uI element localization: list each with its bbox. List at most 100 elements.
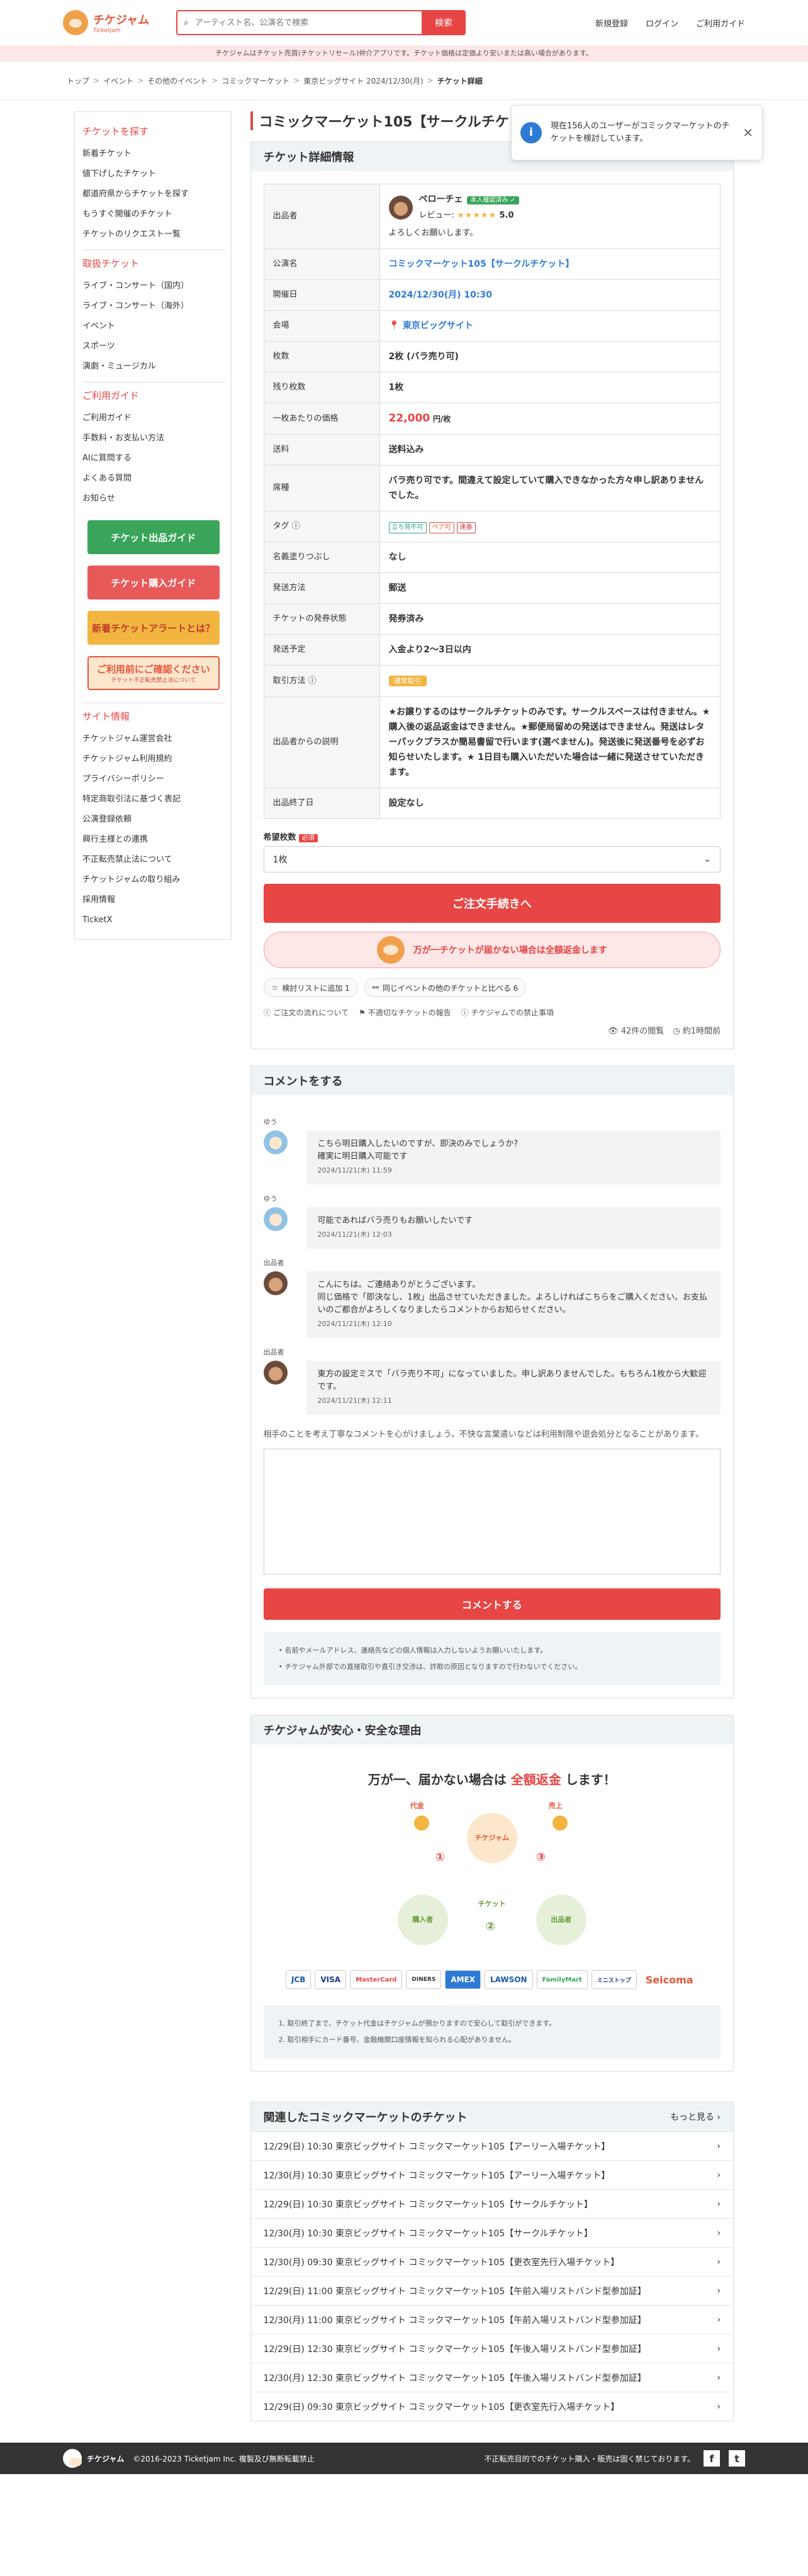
footer-warning: 不正転売目的でのチケット購入・販売は固く禁じております。	[484, 2454, 695, 2463]
chevron-right-icon: ›	[717, 2285, 721, 2296]
chevron-right-icon: ›	[717, 2314, 721, 2325]
breadcrumb-event[interactable]: イベント	[103, 75, 133, 86]
nav-signup[interactable]: 新規登録	[595, 17, 628, 29]
safety-title-post: します！	[565, 1772, 616, 1787]
sidebar-item[interactable]: 値下げしたチケット	[82, 164, 225, 184]
sidebar-item[interactable]: ライブ・コンサート（国内）	[82, 276, 225, 296]
banner-buyer-guide[interactable]: チケット購入ガイド	[87, 566, 220, 599]
breadcrumb-comiket[interactable]: コミックマーケット	[222, 75, 289, 86]
venue-link[interactable]: 📍 東京ビッグサイト	[379, 310, 721, 342]
sidebar-item[interactable]: プライバシーポリシー	[82, 769, 225, 789]
chevron-right-icon: ›	[717, 2199, 721, 2209]
sidebar-item[interactable]: 興行主様との連携	[82, 830, 225, 850]
event-name-link[interactable]: コミックマーケット105【サークルチケット】	[379, 248, 721, 280]
ship-plan: 入金より2〜3日以内	[379, 634, 721, 666]
comment-textarea[interactable]	[263, 1449, 721, 1575]
order-flow-link[interactable]: ⓘ ご注文の流れについて	[264, 1007, 349, 1018]
search-button[interactable]: 検索	[422, 10, 466, 35]
banner-alert[interactable]: 新着チケットアラートとは？	[87, 611, 220, 645]
sidebar-item[interactable]: もうすぐ開催のチケット	[82, 204, 225, 225]
sidebar-item[interactable]: 都道府県からチケットを探す	[82, 184, 225, 204]
close-icon[interactable]: ✕	[743, 125, 753, 140]
banner-caution-sub: チケット不正転売禁止法について	[111, 677, 196, 684]
sidebar-item[interactable]: 演劇・ミュージカル	[82, 357, 225, 377]
breadcrumb-top[interactable]: トップ	[67, 75, 89, 86]
main-content: コミックマーケット105【サークルチケット】のチケット i 現在156人のユーザ…	[250, 105, 763, 2421]
info-icon[interactable]: ⓘ	[292, 521, 300, 531]
related-item[interactable]: 12/30(月) 12:30 東京ビッグサイト コミックマーケット105【午後入…	[250, 2363, 733, 2392]
report-link[interactable]: ⚑ 不適切なチケットの報告	[359, 1007, 451, 1018]
report-text: 不適切なチケットの報告	[368, 1008, 451, 1017]
sidebar-item[interactable]: 公演登録依頼	[82, 810, 225, 830]
breadcrumb-other[interactable]: その他のイベント	[147, 75, 208, 86]
related-item[interactable]: 12/29(日) 12:30 東京ビッグサイト コミックマーケット105【午後入…	[250, 2334, 733, 2363]
quantity-label-text: 希望枚数	[263, 833, 296, 842]
compare-label: 同じイベントの他のチケットと比べる 6	[382, 983, 519, 993]
sidebar-item[interactable]: チケットジャムの取り組み	[82, 870, 225, 890]
sidebar-item[interactable]: チケットジャム運営会社	[82, 729, 225, 749]
more-link[interactable]: もっと見る ›	[670, 2110, 721, 2123]
comment-item: 出品者 こんにちは。ご連絡ありがとうございます。 同じ価格で「即決なし、1枚」出品…	[263, 1257, 721, 1338]
sidebar-item[interactable]: チケットジャム利用規約	[82, 749, 225, 769]
comment-time: 2024/11/21(木) 12:11	[317, 1397, 392, 1405]
seller-description: ★お譲りするのはサークルチケットのみです。サークルスペースは付きません。★購入後…	[379, 696, 721, 788]
related-item[interactable]: 12/30(月) 10:30 東京ビッグサイト コミックマーケット105【アーリ…	[250, 2160, 733, 2189]
search-input[interactable]	[194, 18, 396, 28]
note-text: チケジャム外部での直接取引や直引き交渉は、詐欺の原因となりますので行わないでくだ…	[284, 1663, 582, 1671]
nav-login[interactable]: ログイン	[646, 17, 678, 29]
breadcrumb-venue[interactable]: 東京ビッグサイト 2024/12/30(月)	[303, 75, 423, 86]
sidebar-item[interactable]: 採用情報	[82, 890, 225, 910]
comment-text: 可能であればバラ売りもお願いしたいです	[317, 1216, 473, 1225]
facebook-icon[interactable]: f	[704, 2450, 720, 2467]
related-title: 関連したコミックマーケットのチケット	[263, 2111, 468, 2124]
sidebar-item[interactable]: TicketX	[82, 910, 225, 930]
sidebar-item[interactable]: 特定商取引法に基づく表記	[82, 789, 225, 810]
related-item[interactable]: 12/29(日) 11:00 東京ビッグサイト コミックマーケット105【午前入…	[250, 2276, 733, 2305]
tag-badge: ペア可	[429, 522, 454, 533]
sidebar-item[interactable]: チケットのリクエスト一覧	[82, 225, 225, 245]
compare-button[interactable]: ⚯ 同じイベントの他のチケットと比べる 6	[364, 978, 527, 997]
quantity-select[interactable]: 1枚 ⌄	[263, 846, 721, 873]
sidebar-item[interactable]: よくある質問	[82, 469, 225, 489]
star-icon: ★★★★★	[457, 211, 497, 220]
sidebar-item[interactable]: 不正転売禁止法について	[82, 850, 225, 870]
sidebar-item[interactable]: AIに質問する	[82, 449, 225, 469]
sidebar-item[interactable]: 手数料・お支払い方法	[82, 428, 225, 449]
seat-type: バラ売り可です。間違えて設定していて購入できなかった方々申し訳ありませんでした。	[379, 465, 721, 511]
related-item-text: 12/29(日) 12:30 東京ビッグサイト コミックマーケット105【午後入…	[263, 2344, 646, 2355]
chevron-right-icon: ›	[717, 2228, 721, 2238]
related-item[interactable]: 12/29(日) 10:30 東京ビッグサイト コミックマーケット105【サーク…	[250, 2189, 733, 2218]
seller-info[interactable]: ペローチェ 本人確認済み ✓ レビュー: ★★★★★ 5.0	[388, 192, 711, 223]
chevron-right-icon: ›	[717, 2141, 721, 2151]
twitter-icon[interactable]: t	[729, 2450, 745, 2467]
info-icon[interactable]: ⓘ	[308, 676, 317, 686]
quantity-label: 希望枚数 必須	[264, 830, 721, 842]
related-item[interactable]: 12/29(日) 10:30 東京ビッグサイト コミックマーケット105【アーリ…	[250, 2131, 733, 2160]
row-key-method: 発送方法	[263, 572, 380, 604]
guarantee-banner[interactable]: 万が一チケットが届かない場合は全額返金します	[263, 932, 721, 968]
sidebar-item[interactable]: ライブ・コンサート（海外）	[82, 296, 225, 316]
sidebar-item[interactable]: お知らせ	[82, 489, 225, 509]
note-item: 1. 取引終了まで、チケット代金はチケジャムが預かりますので安心して取引ができま…	[278, 2019, 556, 2027]
payment-methods: JCB VISA MasterCard DINERS AMEX LAWSON F…	[264, 1970, 721, 1989]
favorite-button[interactable]: ☆ 検討リストに追加 1	[263, 978, 358, 997]
event-date-link[interactable]: 2024/12/30(月) 10:30	[379, 279, 721, 311]
sidebar-item[interactable]: ご利用ガイド	[82, 408, 225, 428]
related-item[interactable]: 12/30(月) 10:30 東京ビッグサイト コミックマーケット105【サーク…	[250, 2218, 733, 2247]
related-item[interactable]: 12/30(月) 09:30 東京ビッグサイト コミックマーケット105【更衣室…	[250, 2247, 733, 2276]
related-item[interactable]: 12/29(日) 09:30 東京ビッグサイト コミックマーケット105【更衣室…	[250, 2392, 733, 2421]
banner-caution[interactable]: ご利用前にご確認ください チケット不正転売禁止法について	[87, 656, 220, 690]
nav-guide[interactable]: ご利用ガイド	[696, 17, 745, 29]
related-item[interactable]: 12/30(月) 11:00 東京ビッグサイト コミックマーケット105【午前入…	[250, 2305, 733, 2334]
sidebar-item[interactable]: スポーツ	[82, 337, 225, 357]
order-button[interactable]: ご注文手続きへ	[263, 884, 721, 923]
search-bar: ⌕ 検索	[176, 10, 466, 35]
row-key-desc: 出品者からの説明	[263, 696, 380, 788]
sidebar-item[interactable]: 新着チケット	[82, 144, 225, 164]
logo[interactable]: チケジャム Ticketjam	[63, 10, 176, 35]
banner-seller-guide[interactable]: チケット出品ガイド	[87, 520, 220, 554]
sidebar-item[interactable]: イベント	[82, 316, 225, 337]
prohibited-link[interactable]: ⓘ チケジャムでの禁止事項	[461, 1007, 554, 1018]
shipping-fee: 送料込み	[379, 434, 721, 466]
comment-submit-button[interactable]: コメントする	[263, 1588, 721, 1620]
